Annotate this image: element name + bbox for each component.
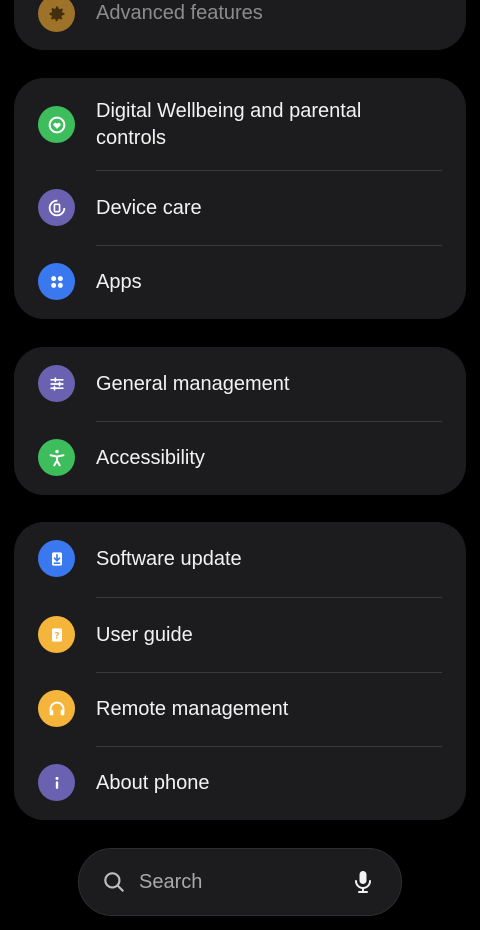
headset-icon [38, 690, 75, 727]
settings-item-user-guide[interactable]: ? User guide [14, 598, 466, 672]
settings-item-about-phone[interactable]: About phone [14, 747, 466, 820]
svg-text:?: ? [54, 630, 59, 641]
device-care-icon [38, 189, 75, 226]
settings-item-software-update[interactable]: Software update [14, 522, 466, 597]
settings-item-general-management[interactable]: General management [14, 347, 466, 421]
user-guide-icon: ? [38, 616, 75, 653]
settings-item-advanced-features[interactable]: Advanced features [14, 0, 466, 50]
settings-item-device-care[interactable]: Device care [14, 171, 466, 245]
settings-item-remote-management[interactable]: Remote management [14, 673, 466, 746]
settings-group-2: Digital Wellbeing and parental controls … [14, 78, 466, 319]
settings-item-accessibility[interactable]: Accessibility [14, 422, 466, 495]
settings-item-label: Accessibility [96, 447, 205, 469]
search-bar[interactable]: Search [78, 848, 402, 916]
search-placeholder: Search [139, 871, 203, 893]
settings-group-3: General management Accessibility [14, 347, 466, 495]
sliders-icon [38, 365, 75, 402]
apps-grid-icon [38, 263, 75, 300]
info-icon [38, 764, 75, 801]
gear-icon [38, 0, 75, 32]
search-icon [101, 869, 127, 900]
settings-group-4: Software update ? User guide Remote mana… [14, 522, 466, 820]
settings-item-label: General management [96, 373, 290, 395]
settings-group-1: Advanced features [14, 0, 466, 50]
software-update-icon [38, 540, 75, 577]
microphone-icon[interactable] [351, 869, 375, 900]
settings-item-label: Digital Wellbeing and parental controls [96, 100, 362, 149]
settings-item-label: Remote management [96, 698, 289, 720]
settings-item-label: Advanced features [96, 2, 263, 24]
accessibility-icon [38, 439, 75, 476]
heart-circle-icon [38, 106, 75, 143]
settings-item-apps[interactable]: Apps [14, 246, 466, 319]
settings-item-label: Software update [96, 548, 242, 570]
settings-item-label: User guide [96, 624, 193, 646]
settings-item-digital-wellbeing[interactable]: Digital Wellbeing and parental controls [14, 78, 466, 171]
settings-item-label: About phone [96, 772, 210, 794]
settings-item-label: Device care [96, 197, 202, 219]
settings-item-label: Apps [96, 271, 142, 293]
